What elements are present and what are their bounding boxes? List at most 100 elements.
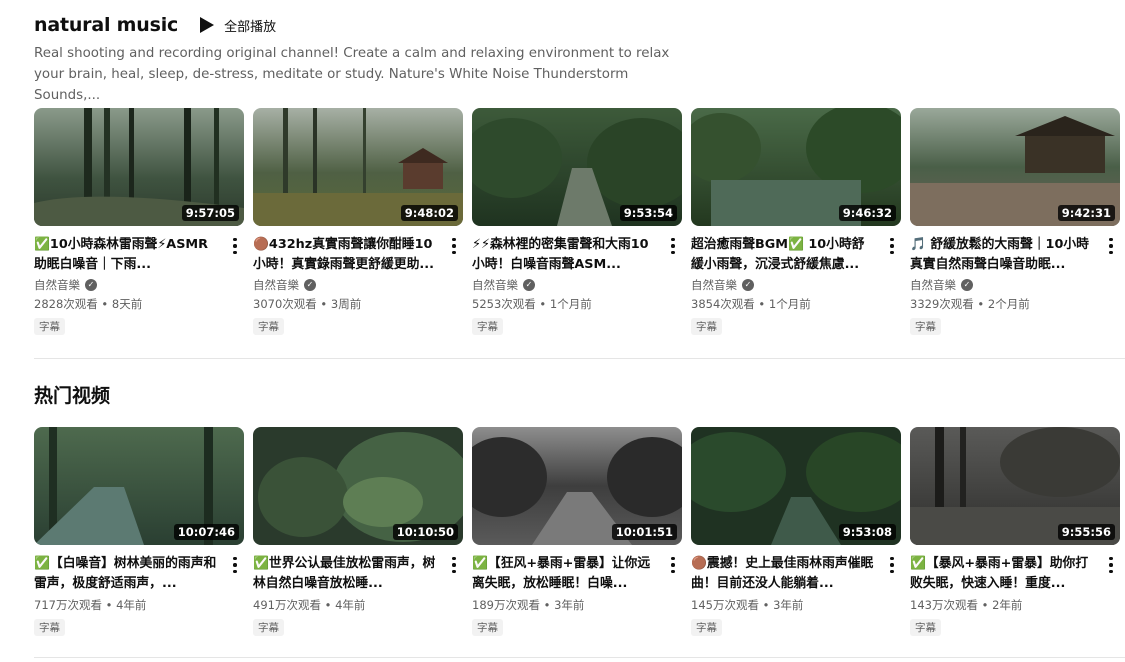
popular-videos-row: 10:07:46 ✅【白噪音】树林美丽的雨声和雷声，极度舒适雨声，... 717… bbox=[34, 427, 1120, 636]
video-meta: 超治癒雨聲BGM✅ 10小時舒緩小雨聲，沉浸式舒緩焦慮... 自然音樂 ✓ 385… bbox=[691, 226, 901, 335]
video-thumbnail[interactable]: 9:53:54 bbox=[472, 108, 682, 226]
video-card: 9:42:31 🎵 舒緩放鬆的大雨聲｜10小時真實自然雨聲白噪音助眠... 自然… bbox=[910, 108, 1120, 335]
author-name: 自然音樂 bbox=[910, 278, 956, 292]
more-vert-icon[interactable] bbox=[228, 235, 242, 257]
video-thumbnail[interactable]: 10:01:51 bbox=[472, 427, 682, 545]
video-duration: 9:55:56 bbox=[1057, 524, 1115, 540]
upload-age: 2个月前 bbox=[987, 297, 1030, 311]
upload-age: 4年前 bbox=[335, 598, 366, 612]
video-thumbnail[interactable]: 9:48:02 bbox=[253, 108, 463, 226]
video-thumbnail[interactable]: 9:46:32 bbox=[691, 108, 901, 226]
video-meta: ✅10小時森林雷雨聲⚡ASMR助眠白噪音｜下雨... 自然音樂 ✓ 2828次观看… bbox=[34, 226, 244, 335]
video-duration: 9:53:54 bbox=[619, 205, 677, 221]
video-card: 10:01:51 ✅【狂风+暴雨+雷暴】让你远离失眠，放松睡眠！白噪... 18… bbox=[472, 427, 682, 636]
video-stats: 717万次观看 • 4年前 bbox=[34, 598, 147, 612]
view-count: 2828次观看 bbox=[34, 297, 98, 311]
video-meta: ✅【暴风+暴雨+雷暴】助你打败失眠，快速入睡！重度... 143万次观看 • 2… bbox=[910, 545, 1120, 636]
video-meta: 🟤震撼！史上最佳雨林雨声催眠曲！目前还没人能躺着... 145万次观看 • 3年… bbox=[691, 545, 901, 636]
video-card: 9:57:05 ✅10小時森林雷雨聲⚡ASMR助眠白噪音｜下雨... 自然音樂 ✓… bbox=[34, 108, 244, 335]
video-card: 9:55:56 ✅【暴风+暴雨+雷暴】助你打败失眠，快速入睡！重度... 143… bbox=[910, 427, 1120, 636]
verified-icon: ✓ bbox=[961, 279, 973, 291]
more-vert-icon[interactable] bbox=[1104, 554, 1118, 576]
caption-badge: 字幕 bbox=[691, 318, 722, 335]
video-title[interactable]: ✅世界公认最佳放松雷雨声，树林自然白噪音放松睡... bbox=[253, 554, 439, 594]
section-divider bbox=[34, 358, 1125, 359]
video-card: 10:07:46 ✅【白噪音】树林美丽的雨声和雷声，极度舒适雨声，... 717… bbox=[34, 427, 244, 636]
video-duration: 9:46:32 bbox=[838, 205, 896, 221]
video-stats: 189万次观看 • 3年前 bbox=[472, 598, 585, 612]
video-card: 9:48:02 🟤432hz真實雨聲讓你酣睡10小時！真實錄雨聲更舒緩更助...… bbox=[253, 108, 463, 335]
more-vert-icon[interactable] bbox=[228, 554, 242, 576]
view-count: 5253次观看 bbox=[472, 297, 536, 311]
video-title[interactable]: ✅【狂风+暴雨+雷暴】让你远离失眠，放松睡眠！白噪... bbox=[472, 554, 658, 594]
video-title[interactable]: ✅【白噪音】树林美丽的雨声和雷声，极度舒适雨声，... bbox=[34, 554, 220, 594]
upload-age: 8天前 bbox=[111, 297, 143, 311]
video-thumbnail[interactable]: 9:57:05 bbox=[34, 108, 244, 226]
play-all-button[interactable]: 全部播放 bbox=[200, 16, 276, 35]
video-thumbnail[interactable]: 10:07:46 bbox=[34, 427, 244, 545]
view-count: 491万次观看 bbox=[253, 598, 321, 612]
video-title[interactable]: 🟤震撼！史上最佳雨林雨声催眠曲！目前还没人能躺着... bbox=[691, 554, 877, 594]
more-vert-icon[interactable] bbox=[666, 235, 680, 257]
more-vert-icon[interactable] bbox=[447, 554, 461, 576]
upload-age: 1个月前 bbox=[768, 297, 811, 311]
video-stats: 3070次观看 • 3周前 bbox=[253, 297, 362, 311]
video-title[interactable]: 🎵 舒緩放鬆的大雨聲｜10小時真實自然雨聲白噪音助眠... bbox=[910, 235, 1096, 275]
video-card: 10:10:50 ✅世界公认最佳放松雷雨声，树林自然白噪音放松睡... 491万… bbox=[253, 427, 463, 636]
video-author[interactable]: 自然音樂 ✓ bbox=[910, 277, 1096, 293]
video-stats: 145万次观看 • 3年前 bbox=[691, 598, 804, 612]
video-thumbnail[interactable]: 9:55:56 bbox=[910, 427, 1120, 545]
video-title[interactable]: 超治癒雨聲BGM✅ 10小時舒緩小雨聲，沉浸式舒緩焦慮... bbox=[691, 235, 877, 275]
more-vert-icon[interactable] bbox=[666, 554, 680, 576]
popular-heading: 热门视频 bbox=[34, 385, 111, 407]
video-title[interactable]: 🟤432hz真實雨聲讓你酣睡10小時！真實錄雨聲更舒緩更助... bbox=[253, 235, 439, 275]
upload-age: 3年前 bbox=[554, 598, 585, 612]
view-count: 189万次观看 bbox=[472, 598, 540, 612]
video-title[interactable]: ✅10小時森林雷雨聲⚡ASMR助眠白噪音｜下雨... bbox=[34, 235, 220, 275]
play-icon bbox=[200, 17, 215, 33]
video-duration: 10:10:50 bbox=[392, 524, 458, 540]
video-title[interactable]: ✅【暴风+暴雨+雷暴】助你打败失眠，快速入睡！重度... bbox=[910, 554, 1096, 594]
video-title[interactable]: ⚡⚡森林裡的密集雷聲和大雨10小時！白噪音雨聲ASM... bbox=[472, 235, 658, 275]
video-duration: 9:53:08 bbox=[838, 524, 896, 540]
view-count: 3070次观看 bbox=[253, 297, 317, 311]
verified-icon: ✓ bbox=[523, 279, 535, 291]
video-thumbnail[interactable]: 10:10:50 bbox=[253, 427, 463, 545]
video-duration: 10:07:46 bbox=[173, 524, 239, 540]
view-count: 3854次观看 bbox=[691, 297, 755, 311]
channel-title[interactable]: natural music bbox=[34, 14, 178, 36]
video-author[interactable]: 自然音樂 ✓ bbox=[472, 277, 658, 293]
verified-icon: ✓ bbox=[742, 279, 754, 291]
video-meta: ⚡⚡森林裡的密集雷聲和大雨10小時！白噪音雨聲ASM... 自然音樂 ✓ 5253… bbox=[472, 226, 682, 335]
caption-badge: 字幕 bbox=[472, 619, 503, 636]
more-vert-icon[interactable] bbox=[1104, 235, 1118, 257]
upload-age: 3年前 bbox=[773, 598, 804, 612]
view-count: 3329次观看 bbox=[910, 297, 974, 311]
video-author[interactable]: 自然音樂 ✓ bbox=[691, 277, 877, 293]
channel-description[interactable]: Real shooting and recording original cha… bbox=[34, 43, 674, 106]
caption-badge: 字幕 bbox=[34, 619, 65, 636]
video-meta: 🟤432hz真實雨聲讓你酣睡10小時！真實錄雨聲更舒緩更助... 自然音樂 ✓ 3… bbox=[253, 226, 463, 335]
caption-badge: 字幕 bbox=[34, 318, 65, 335]
view-count: 717万次观看 bbox=[34, 598, 102, 612]
video-author[interactable]: 自然音樂 ✓ bbox=[34, 277, 220, 293]
video-meta: 🎵 舒緩放鬆的大雨聲｜10小時真實自然雨聲白噪音助眠... 自然音樂 ✓ 3329… bbox=[910, 226, 1120, 335]
video-stats: 3329次观看 • 2个月前 bbox=[910, 297, 1030, 311]
video-thumbnail[interactable]: 9:42:31 bbox=[910, 108, 1120, 226]
video-stats: 143万次观看 • 2年前 bbox=[910, 598, 1023, 612]
video-card: 9:53:08 🟤震撼！史上最佳雨林雨声催眠曲！目前还没人能躺着... 145万… bbox=[691, 427, 901, 636]
video-card: 9:46:32 超治癒雨聲BGM✅ 10小時舒緩小雨聲，沉浸式舒緩焦慮... 自… bbox=[691, 108, 901, 335]
verified-icon: ✓ bbox=[85, 279, 97, 291]
video-stats: 491万次观看 • 4年前 bbox=[253, 598, 366, 612]
more-vert-icon[interactable] bbox=[885, 554, 899, 576]
more-vert-icon[interactable] bbox=[885, 235, 899, 257]
upload-age: 2年前 bbox=[992, 598, 1023, 612]
caption-badge: 字幕 bbox=[253, 318, 284, 335]
video-thumbnail[interactable]: 9:53:08 bbox=[691, 427, 901, 545]
channel-header: natural music 全部播放 bbox=[34, 14, 276, 36]
video-author[interactable]: 自然音樂 ✓ bbox=[253, 277, 439, 293]
more-vert-icon[interactable] bbox=[447, 235, 461, 257]
author-name: 自然音樂 bbox=[691, 278, 737, 292]
play-all-label: 全部播放 bbox=[224, 19, 277, 35]
caption-badge: 字幕 bbox=[910, 619, 941, 636]
